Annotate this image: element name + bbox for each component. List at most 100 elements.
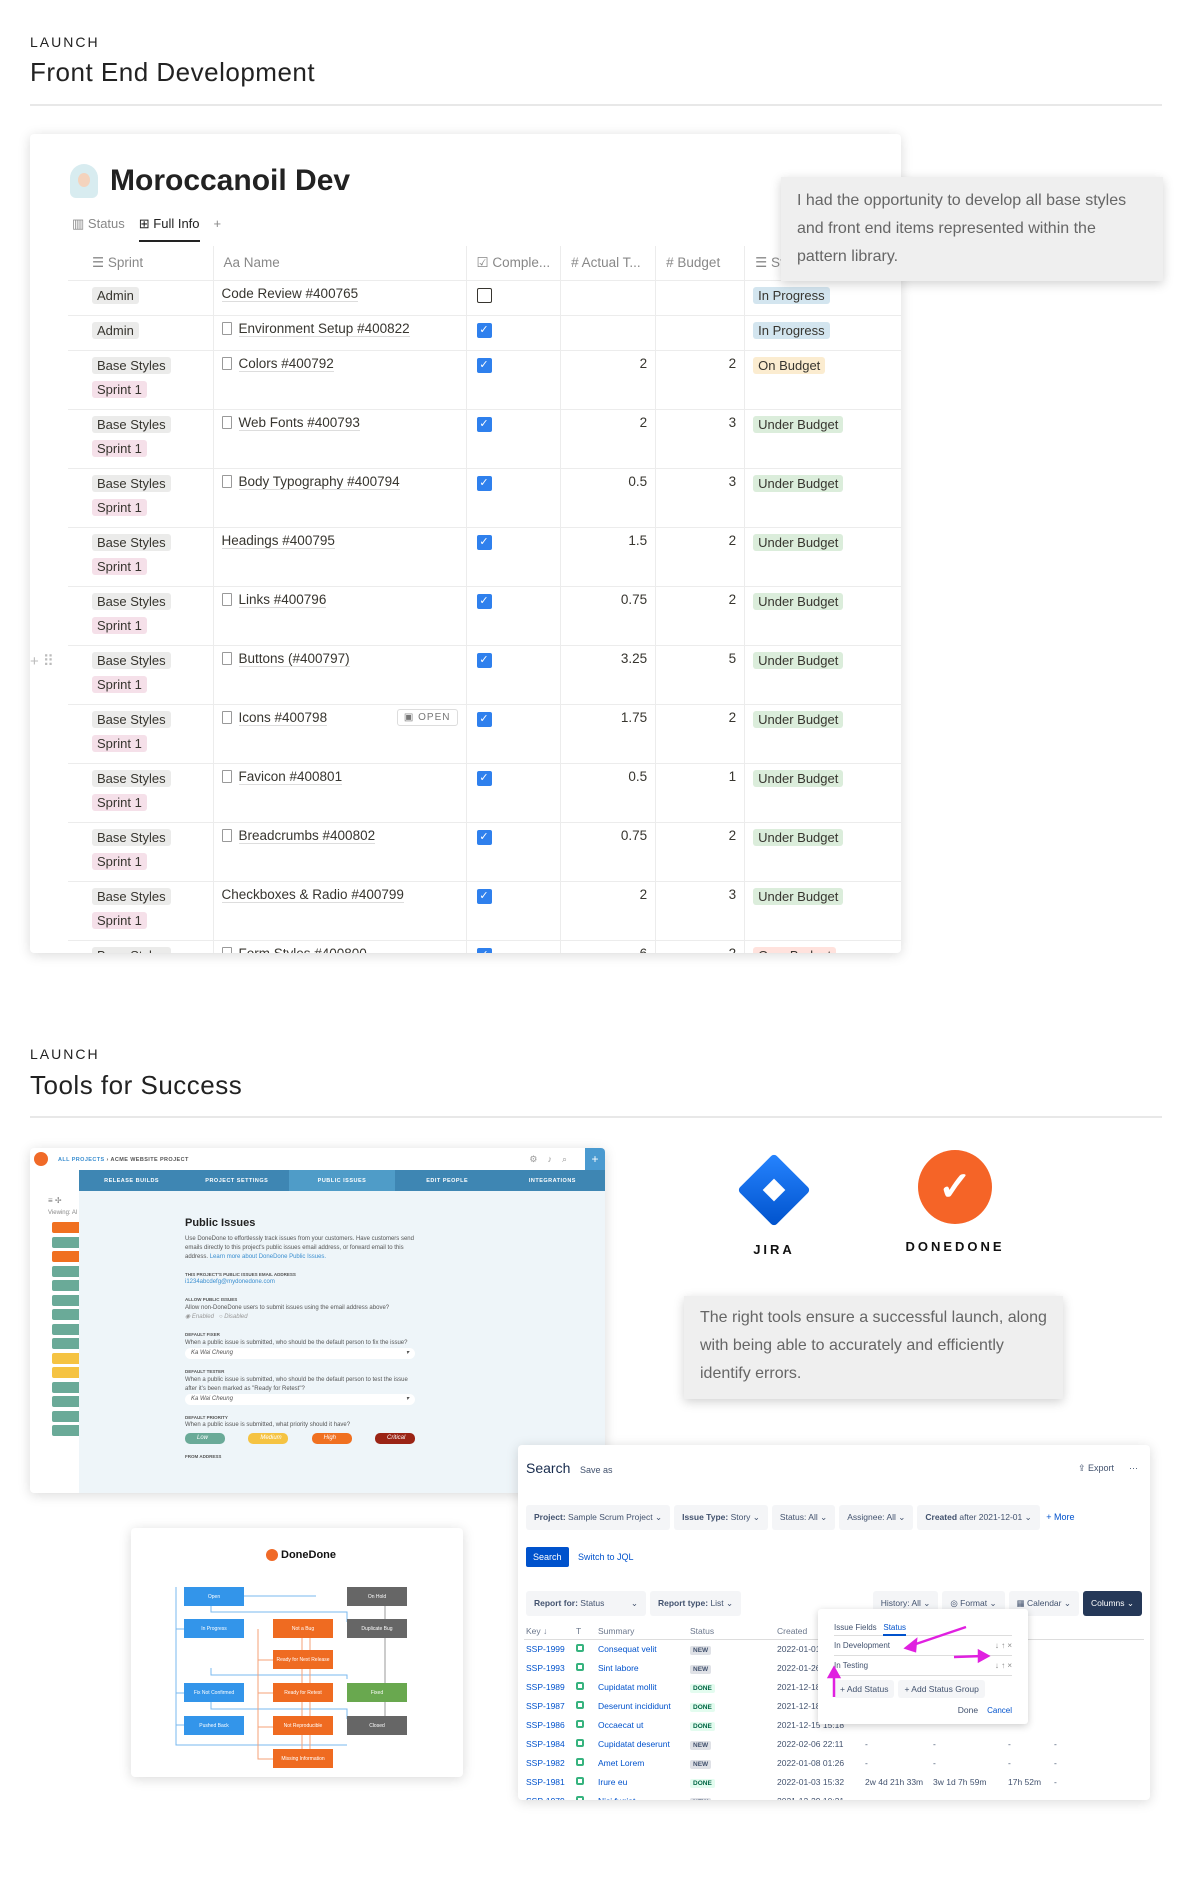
row-name[interactable]: Links #400796 (238, 591, 327, 608)
row-name[interactable]: Code Review #400765 (221, 285, 359, 302)
jira-logo (737, 1153, 811, 1227)
complete-checkbox[interactable] (476, 287, 492, 303)
actual-time: 0.75 (560, 585, 657, 646)
enabled-radio[interactable]: ◉ Enabled (185, 1314, 214, 1320)
row-name[interactable]: Form Styles #400800 (238, 945, 367, 953)
issue-status-pill[interactable] (52, 1251, 82, 1262)
add-view-button[interactable]: + (214, 216, 222, 242)
issue-status-pill[interactable] (52, 1222, 82, 1233)
table-row[interactable]: Base Styles Sprint 1 Breadcrumbs #400802 … (68, 821, 901, 882)
table-row[interactable]: Base Styles Sprint 1 Body Typography #400… (68, 467, 901, 528)
complete-checkbox[interactable]: ✓ (476, 322, 492, 338)
issue-status-pill[interactable] (52, 1280, 82, 1291)
issue-status-pill[interactable] (52, 1425, 82, 1436)
row-name[interactable]: Body Typography #400794 (238, 473, 400, 490)
table-row[interactable]: Base Styles Sprint 1 Web Fonts #400793 ✓ … (68, 408, 901, 469)
add-icon[interactable]: + (585, 1148, 605, 1170)
complete-checkbox[interactable]: ✓ (476, 593, 492, 609)
column-header-sprint[interactable]: ☰ Sprint (68, 246, 214, 281)
complete-checkbox[interactable]: ✓ (476, 357, 492, 373)
table-row[interactable]: Base Styles Sprint 1 Favicon #400801 ✓ 0.… (68, 762, 901, 823)
learn-more-link[interactable]: Learn more about DoneDone Public Issues. (210, 1254, 326, 1260)
tester-label: DEFAULT TESTER (185, 1368, 225, 1374)
tab-public-issues[interactable]: PUBLIC ISSUES (289, 1170, 395, 1191)
list-icons[interactable]: ≡ ✢ (48, 1196, 62, 1205)
complete-checkbox[interactable]: ✓ (476, 829, 492, 845)
table-row[interactable]: Admin Code Review #400765 In Progress (68, 279, 901, 316)
complete-checkbox[interactable]: ✓ (476, 652, 492, 668)
priority-label: DEFAULT PRIORITY (185, 1414, 228, 1420)
open-button[interactable]: ▣ OPEN (396, 708, 458, 726)
tab-full-info[interactable]: ⊞ Full Info (138, 216, 200, 242)
annotation-arrows (826, 1625, 991, 1697)
complete-checkbox[interactable]: ✓ (476, 770, 492, 786)
sprint-tag: Sprint 1 (92, 439, 147, 457)
row-name[interactable]: Icons #400798 (238, 709, 328, 726)
budget (655, 279, 746, 316)
table-row[interactable]: Base Styles Sprint 1 ▣ OPEN Icons #400798 … (68, 703, 901, 764)
issue-status-pill[interactable] (52, 1294, 82, 1306)
fixer-select[interactable]: Ka Wai Cheung ▾ (185, 1347, 415, 1359)
issue-status-pill[interactable] (52, 1323, 82, 1335)
column-header-actual[interactable]: # Actual T... (560, 246, 657, 281)
column-header-budget[interactable]: # Budget (655, 246, 746, 281)
row-name[interactable]: Environment Setup #400822 (238, 320, 410, 337)
tester-select[interactable]: Ka Wai Cheung ▾ (185, 1393, 415, 1405)
table-row[interactable]: Base Styles Sprint 1 Buttons (#400797) ✓ … (68, 644, 901, 705)
disabled-radio[interactable]: ○ Disabled (219, 1314, 248, 1320)
priority-toggle[interactable]: Medium (248, 1433, 289, 1445)
email-address[interactable]: i1234abcdefg@mydonedone.com (185, 1278, 415, 1287)
donedone-logo-icon (34, 1152, 48, 1166)
tab-edit-people[interactable]: EDIT PEOPLE (395, 1170, 500, 1191)
budget: 3 (655, 408, 746, 469)
header-icons[interactable]: ⚙♪⌕ (529, 1154, 577, 1165)
status-badge: In Progress (753, 321, 830, 339)
status-badge: Under Budget (753, 887, 844, 905)
row-name[interactable]: Web Fonts #400793 (238, 414, 360, 431)
issue-status-pill[interactable] (52, 1352, 82, 1364)
issue-status-pill[interactable] (52, 1309, 82, 1320)
row-name[interactable]: Checkboxes & Radio #400799 (221, 886, 404, 903)
donedone-app-screenshot: ALL PROJECTS › ACME WEBSITE PROJECT + ⚙♪… (30, 1148, 605, 1493)
issue-status-pill[interactable] (52, 1396, 82, 1407)
complete-checkbox[interactable]: ✓ (476, 947, 492, 953)
column-header-name[interactable]: Aa Name (212, 246, 467, 281)
complete-checkbox[interactable]: ✓ (476, 888, 492, 904)
issue-status-pill[interactable] (52, 1381, 82, 1393)
table-row[interactable]: Base Styles Sprint 1 Headings #400795 ✓ 1… (68, 526, 901, 587)
sprint-tag: Sprint 1 (92, 734, 147, 752)
complete-checkbox[interactable]: ✓ (476, 534, 492, 550)
row-handle-icons[interactable]: + ⠿ (30, 652, 54, 670)
budget: 3 (655, 880, 746, 941)
issue-status-pill[interactable] (52, 1338, 82, 1349)
priority-toggle[interactable]: High (311, 1433, 352, 1445)
page-icon (221, 710, 232, 724)
row-name[interactable]: Favicon #400801 (238, 768, 343, 785)
column-header-complete[interactable]: ☑ Comple... (465, 246, 562, 281)
priority-toggle[interactable]: Critical (374, 1433, 415, 1445)
status-badge: Under Budget (753, 474, 844, 492)
issue-status-pill[interactable] (52, 1367, 82, 1378)
row-name[interactable]: Colors #400792 (238, 355, 334, 372)
tab-status[interactable]: ▥ Status (72, 216, 125, 242)
complete-checkbox[interactable]: ✓ (476, 416, 492, 432)
table-row[interactable]: Base StylesSprint 1 Form Styles #400800 … (68, 939, 901, 953)
table-row[interactable]: Admin Environment Setup #400822 ✓ In Pro… (68, 314, 901, 351)
table-row[interactable]: Base Styles Sprint 1 Checkboxes & Radio #… (68, 880, 901, 941)
tab-release-builds[interactable]: RELEASE BUILDS (79, 1170, 184, 1191)
tab-integrations[interactable]: INTEGRATIONS (500, 1170, 605, 1191)
row-name[interactable]: Breadcrumbs #400802 (238, 827, 376, 844)
table-row[interactable]: Base Styles Sprint 1 Colors #400792 ✓ 2 2… (68, 349, 901, 410)
priority-toggle[interactable]: Low (185, 1433, 225, 1445)
workflow-node: In Progress (184, 1619, 244, 1638)
complete-checkbox[interactable]: ✓ (476, 711, 492, 727)
actual-time: 3.25 (560, 644, 657, 705)
tab-project-settings[interactable]: PROJECT SETTINGS (184, 1170, 289, 1191)
issue-status-pill[interactable] (52, 1265, 82, 1277)
issue-status-pill[interactable] (52, 1410, 82, 1422)
row-name[interactable]: Headings #400795 (221, 532, 335, 549)
table-row[interactable]: Base Styles Sprint 1 Links #400796 ✓ 0.75… (68, 585, 901, 646)
row-name[interactable]: Buttons (#400797) (238, 650, 350, 667)
issue-status-pill[interactable] (52, 1236, 82, 1248)
complete-checkbox[interactable]: ✓ (476, 475, 492, 491)
